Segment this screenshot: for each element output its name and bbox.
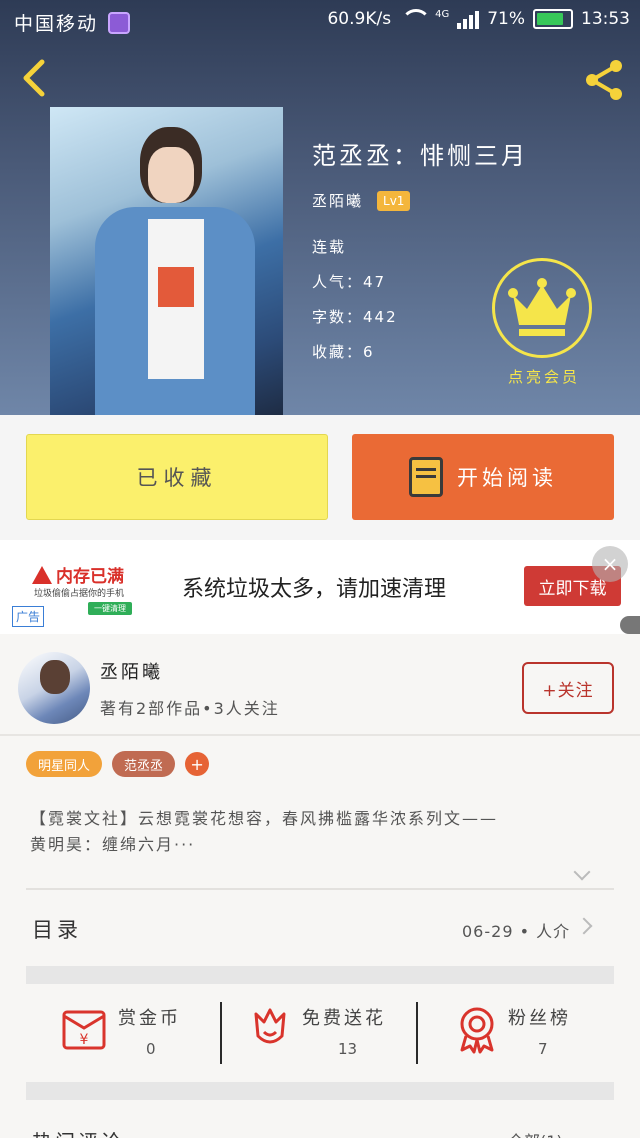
table-of-contents-row[interactable]: 目录 06-29 • 人介 xyxy=(0,890,640,966)
wifi-icon xyxy=(399,9,432,29)
book-detail-page: 中国移动 60.9K/s 4G 71% 13:53 范丞丞：悱恻三月 丞陌曦 L… xyxy=(0,0,640,1138)
back-button[interactable] xyxy=(18,58,54,98)
warning-icon xyxy=(32,565,52,584)
send-flower-button[interactable]: 免费送花 13 xyxy=(250,1006,410,1066)
collected-label: 已收藏 xyxy=(136,466,218,490)
fan-ranking-button[interactable]: 粉丝榜 7 xyxy=(456,1006,596,1066)
medal-icon xyxy=(460,1007,494,1054)
reward-row: ¥ 赏金币 0 免费送花 13 粉丝榜 7 xyxy=(0,984,640,1084)
network-type: 4G xyxy=(435,9,450,20)
ad-info-icon[interactable] xyxy=(620,616,640,634)
word-count: 字数：442 xyxy=(312,308,398,326)
book-header: 中国移动 60.9K/s 4G 71% 13:53 范丞丞：悱恻三月 丞陌曦 L… xyxy=(0,0,640,415)
book-cover[interactable] xyxy=(50,107,283,415)
close-icon[interactable]: × xyxy=(592,546,628,582)
divider xyxy=(220,1002,222,1064)
ad-warning-text: 内存已满 xyxy=(56,567,124,587)
section-gap xyxy=(26,1082,614,1100)
clock: 13:53 xyxy=(581,9,630,29)
reward-label: 粉丝榜 xyxy=(508,1008,571,1029)
vip-button[interactable]: 点亮会员 xyxy=(492,258,596,388)
share-icon xyxy=(586,60,622,100)
collected-button[interactable]: 已收藏 xyxy=(26,434,328,520)
level-badge: Lv1 xyxy=(377,190,411,211)
chevron-right-icon xyxy=(575,917,593,935)
serial-status: 连载 xyxy=(312,238,347,256)
share-button[interactable] xyxy=(580,58,628,102)
battery-icon xyxy=(533,9,573,29)
ad-clean-button[interactable]: 一键清理 xyxy=(88,602,132,615)
add-tag-button[interactable]: + xyxy=(185,752,210,776)
chevron-down-icon[interactable] xyxy=(573,863,591,881)
reward-value: 7 xyxy=(538,1040,548,1058)
toc-update: 06-29 • 人介 xyxy=(462,922,571,941)
book-title: 范丞丞：悱恻三月 xyxy=(312,142,528,170)
section-gap xyxy=(26,966,614,984)
red-envelope-icon: ¥ xyxy=(62,1010,106,1050)
ad-subtext: 垃圾偷偷占据你的手机 xyxy=(34,589,125,599)
gallery-icon xyxy=(108,11,131,34)
ad-tag: 广告 xyxy=(12,606,45,627)
status-bar: 中国移动 60.9K/s 4G 71% 13:53 xyxy=(0,0,640,42)
reward-coins-button[interactable]: ¥ 赏金币 0 xyxy=(60,1006,210,1066)
toc-label: 目录 xyxy=(32,918,82,942)
favorites-count: 收藏：6 xyxy=(312,343,375,361)
reward-label: 免费送花 xyxy=(302,1008,386,1029)
author-line: 丞陌曦 Lv1 xyxy=(312,190,411,211)
network-speed: 60.9K/s xyxy=(327,9,392,29)
svg-text:¥: ¥ xyxy=(80,1032,89,1048)
avatar[interactable] xyxy=(18,652,90,724)
author-stats: 著有2部作品•3人关注 xyxy=(100,699,280,718)
hot-comments-title: 热门评论 xyxy=(32,1126,124,1138)
divider xyxy=(0,734,640,736)
reward-value: 13 xyxy=(338,1040,358,1058)
vip-label: 点亮会员 xyxy=(507,368,580,386)
crown-icon xyxy=(492,258,592,358)
author-name[interactable]: 丞陌曦 xyxy=(312,190,363,211)
book-icon xyxy=(409,457,443,497)
start-reading-label: 开始阅读 xyxy=(457,466,557,490)
tag-chip[interactable]: 明星同人 xyxy=(26,751,103,777)
popularity: 人气：47 xyxy=(312,273,387,291)
reward-value: 0 xyxy=(146,1040,156,1058)
chevron-left-icon xyxy=(23,59,45,97)
action-bar: 已收藏 开始阅读 xyxy=(0,415,640,540)
battery-percent: 71% xyxy=(487,9,525,29)
ad-warning: 内存已满 xyxy=(32,562,124,587)
all-comments-link[interactable]: 全部(1) xyxy=(508,1128,563,1138)
ad-headline: 系统垃圾太多，请加速清理 xyxy=(182,577,447,602)
book-intro: 【霓裳文社】云想霓裳花想容，春风拂槛露华浓系列文——黄明昊：缠绵六月··· xyxy=(30,809,499,854)
carrier-name: 中国移动 xyxy=(14,13,99,35)
ad-banner[interactable]: 内存已满 垃圾偷偷占据你的手机 一键清理 广告 系统垃圾太多，请加速清理 立即下… xyxy=(0,540,640,634)
author-card: 丞陌曦 著有2部作品•3人关注 +关注 明星同人 范丞丞 + 【霓裳文社】云想霓… xyxy=(0,634,640,1138)
start-reading-button[interactable]: 开始阅读 xyxy=(352,434,614,520)
divider xyxy=(416,1002,418,1064)
author-card-name[interactable]: 丞陌曦 xyxy=(100,658,163,684)
flower-icon xyxy=(254,1008,286,1044)
tag-chip[interactable]: 范丞丞 xyxy=(112,751,176,777)
tag-list: 明星同人 范丞丞 + xyxy=(26,751,210,777)
signal-icon xyxy=(457,9,480,29)
follow-button[interactable]: +关注 xyxy=(522,662,614,714)
reward-label: 赏金币 xyxy=(118,1008,181,1029)
